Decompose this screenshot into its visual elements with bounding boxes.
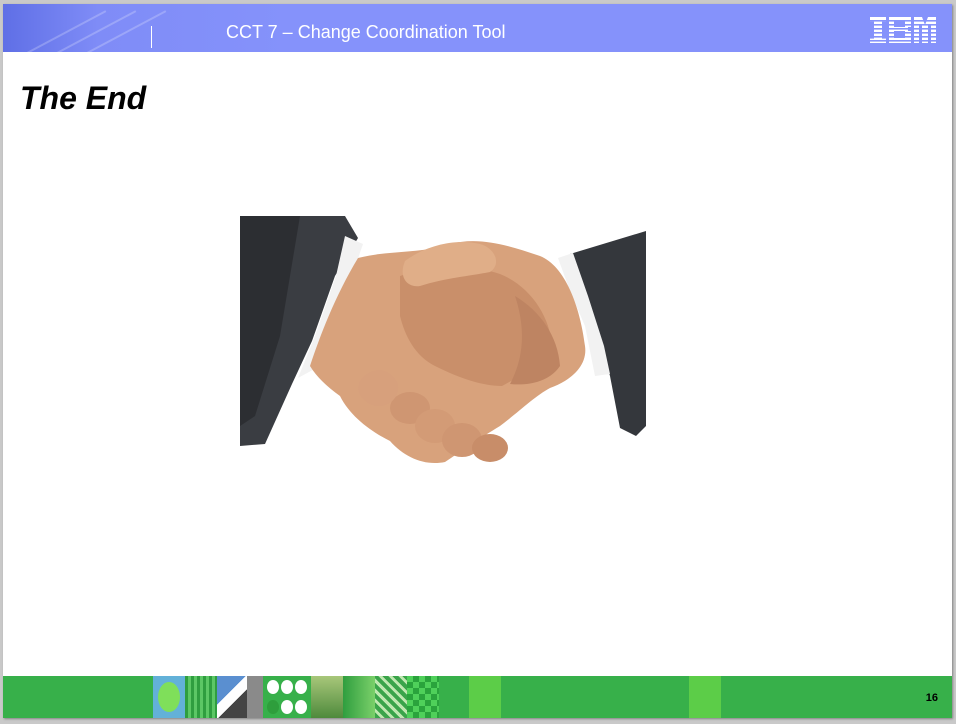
footer-tile [217, 676, 247, 718]
footer-tile [469, 676, 501, 718]
footer-tile [407, 676, 439, 718]
header-title: CCT 7 – Change Coordination Tool [226, 22, 506, 42]
slide-footer: 16 [3, 676, 952, 718]
handshake-image [240, 216, 646, 464]
page-number: 16 [925, 692, 938, 704]
footer-tile [343, 676, 375, 718]
footer-tile [689, 676, 721, 718]
page-title: The End [20, 80, 147, 116]
footer-tile [185, 676, 217, 718]
footer-tile [153, 676, 185, 718]
footer-tile [247, 676, 263, 718]
footer-tile [263, 676, 311, 718]
header-divider [151, 26, 152, 48]
slide-header: CCT 7 – Change Coordination Tool [3, 4, 952, 52]
footer-tile [375, 676, 407, 718]
footer-tile [311, 676, 343, 718]
ibm-logo [870, 17, 936, 43]
slide: CCT 7 – Change Coordination Tool The End… [3, 4, 952, 718]
